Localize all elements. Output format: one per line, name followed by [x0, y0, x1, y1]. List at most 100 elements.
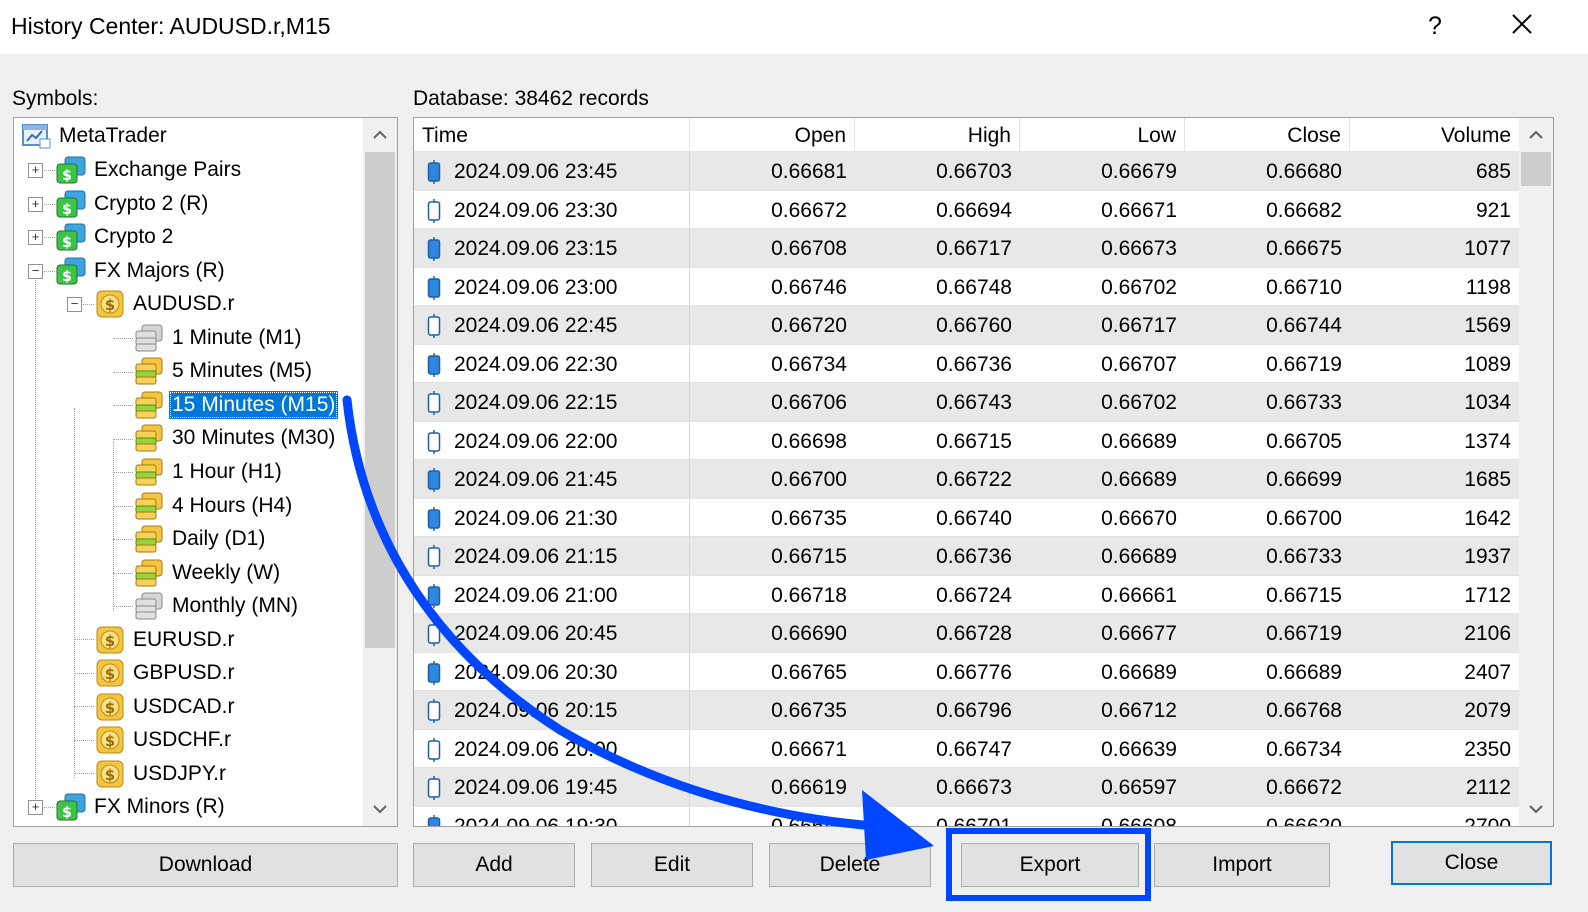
- window-close-button[interactable]: [1500, 8, 1544, 44]
- symbols-tree[interactable]: + + + − − + MetaTrader $ Exchange Pairs …: [13, 117, 398, 827]
- tree-symbol-usdchf[interactable]: $ USDCHF.r: [94, 725, 234, 755]
- scroll-thumb[interactable]: [365, 152, 395, 648]
- expand-button[interactable]: +: [28, 800, 43, 815]
- candle-icon: [427, 583, 441, 608]
- tree-timeframe-m15[interactable]: 15 Minutes (M15): [133, 390, 339, 420]
- tree-label: Monthly (MN): [172, 594, 299, 617]
- table-row[interactable]: 2024.09.06 20:15 0.66735 0.66796 0.66712 0.6…: [414, 691, 1519, 730]
- column-header-volume[interactable]: Volume: [1350, 118, 1519, 152]
- cell-volume: 2106: [1464, 622, 1511, 645]
- import-button[interactable]: Import: [1154, 843, 1330, 887]
- table-row[interactable]: 2024.09.06 21:30 0.66735 0.66740 0.66670 0.6…: [414, 498, 1519, 537]
- expand-button[interactable]: +: [28, 197, 43, 212]
- table-row[interactable]: 2024.09.06 23:45 0.66681 0.66703 0.66679 0.6…: [414, 152, 1519, 191]
- tree-scrollbar[interactable]: [363, 118, 397, 826]
- table-row[interactable]: 2024.09.06 23:30 0.66672 0.66694 0.66671 0.6…: [414, 190, 1519, 229]
- cell-low: 0.66661: [1101, 583, 1177, 607]
- scroll-down-button[interactable]: [363, 792, 397, 826]
- tree-group-fx-minors-r[interactable]: $ FX Minors (R): [55, 792, 228, 822]
- table-row[interactable]: 2024.09.06 21:15 0.66715 0.66736 0.66689 0.6…: [414, 537, 1519, 576]
- download-button[interactable]: Download: [13, 843, 398, 887]
- symbol-group-icon: $: [56, 793, 86, 821]
- tree-symbol-gbpusd[interactable]: $ GBPUSD.r: [94, 658, 238, 688]
- cell-high: 0.66694: [936, 198, 1012, 222]
- delete-button[interactable]: Delete: [769, 843, 931, 887]
- table-row[interactable]: 2024.09.06 23:15 0.66708 0.66717 0.66673 0.6…: [414, 229, 1519, 268]
- scroll-down-button[interactable]: [1519, 792, 1553, 826]
- cell-time-text: 2024.09.06 22:00: [454, 429, 618, 453]
- cell-time: 2024.09.06 23:45: [414, 152, 690, 190]
- tree-timeframe-h1[interactable]: 1 Hour (H1): [133, 457, 285, 487]
- table-row[interactable]: 2024.09.06 22:15 0.66706 0.66743 0.66702 0.6…: [414, 383, 1519, 422]
- close-button[interactable]: Close: [1391, 841, 1552, 885]
- cell-time-text: 2024.09.06 20:45: [454, 622, 618, 645]
- table-row[interactable]: 2024.09.06 19:45 0.66619 0.66673 0.66597 0.6…: [414, 768, 1519, 807]
- candle-icon: [427, 314, 441, 338]
- table-row[interactable]: 2024.09.06 23:00 0.66746 0.66748 0.66702 0.6…: [414, 267, 1519, 306]
- expand-button[interactable]: +: [28, 163, 43, 178]
- cell-low: 0.66673: [1101, 237, 1177, 260]
- symbol-icon: $: [96, 626, 124, 654]
- edit-button[interactable]: Edit: [591, 843, 753, 887]
- expand-button[interactable]: +: [28, 230, 43, 245]
- cell-close: 0.66705: [1266, 429, 1342, 453]
- help-button[interactable]: ?: [1420, 8, 1450, 44]
- cell-volume: 1937: [1464, 545, 1511, 568]
- tree-symbol-usdjpy[interactable]: $ USDJPY.r: [94, 759, 229, 789]
- candle-icon: [427, 699, 441, 723]
- tree-timeframe-w[interactable]: Weekly (W): [133, 558, 283, 588]
- tree-group-fx-majors-r[interactable]: $ FX Majors (R): [55, 256, 228, 286]
- column-header-time[interactable]: Time: [414, 118, 690, 152]
- tree-connector: [74, 408, 75, 778]
- tree-label: Crypto 2 (R): [94, 192, 209, 215]
- column-header-open[interactable]: Open: [690, 118, 855, 152]
- table-row[interactable]: 2024.09.06 20:00 0.66671 0.66747 0.66639 0.6…: [414, 729, 1519, 768]
- table-row[interactable]: 2024.09.06 22:45 0.66720 0.66760 0.66717 0.6…: [414, 306, 1519, 345]
- tree-symbol-eurusd[interactable]: $ EURUSD.r: [94, 625, 238, 655]
- column-header-low[interactable]: Low: [1020, 118, 1185, 152]
- cell-time-text: 2024.09.06 22:15: [454, 391, 618, 414]
- table-row[interactable]: 2024.09.06 22:00 0.66698 0.66715 0.66689 0.6…: [414, 421, 1519, 460]
- cell-time-text: 2024.09.06 22:30: [454, 352, 618, 376]
- cell-time-text: 2024.09.06 23:00: [454, 275, 618, 299]
- table-scrollbar[interactable]: [1519, 118, 1553, 826]
- cell-time: 2024.09.06 20:15: [414, 691, 690, 729]
- tree-group-crypto-2-r[interactable]: $ Crypto 2 (R): [55, 189, 211, 219]
- table-row[interactable]: 2024.09.06 19:30 0.66646 0.66701 0.66608 0.6…: [414, 806, 1519, 826]
- table-row[interactable]: 2024.09.06 20:30 0.66765 0.66776 0.66689 0.6…: [414, 652, 1519, 691]
- tree-timeframe-m30[interactable]: 30 Minutes (M30): [133, 423, 338, 453]
- table-row[interactable]: 2024.09.06 22:30 0.66734 0.66736 0.66707 0.6…: [414, 344, 1519, 383]
- collapse-button[interactable]: −: [28, 264, 43, 279]
- svg-text:$: $: [105, 699, 115, 717]
- candle-icon: [427, 506, 441, 531]
- tree-group-crypto-2[interactable]: $ Crypto 2: [55, 222, 176, 252]
- tree-timeframe-m5[interactable]: 5 Minutes (M5): [133, 356, 315, 386]
- tree-timeframe-m1[interactable]: 1 Minute (M1): [133, 323, 305, 353]
- column-header-close[interactable]: Close: [1185, 118, 1350, 152]
- chevron-down-icon: [1529, 805, 1543, 814]
- table-row[interactable]: 2024.09.06 20:45 0.66690 0.66728 0.66677 0.6…: [414, 614, 1519, 653]
- collapse-button[interactable]: −: [67, 297, 82, 312]
- scroll-up-button[interactable]: [363, 118, 397, 152]
- symbols-label: Symbols:: [12, 87, 99, 110]
- database-icon: [135, 424, 163, 452]
- scroll-up-button[interactable]: [1519, 118, 1553, 152]
- table-row[interactable]: 2024.09.06 21:45 0.66700 0.66722 0.66689 0.6…: [414, 460, 1519, 499]
- table-row[interactable]: 2024.09.06 21:00 0.66718 0.66724 0.66661 0.6…: [414, 575, 1519, 614]
- tree-group-exchange-pairs[interactable]: $ Exchange Pairs: [55, 155, 244, 185]
- tree-connector: [74, 706, 94, 707]
- add-button[interactable]: Add: [413, 843, 575, 887]
- cell-open: 0.66619: [771, 776, 847, 799]
- tree-symbol-audusd[interactable]: $ AUDUSD.r: [94, 289, 238, 319]
- scroll-thumb[interactable]: [1521, 152, 1551, 186]
- tree-timeframe-d1[interactable]: Daily (D1): [133, 524, 268, 554]
- tree-timeframe-mn[interactable]: Monthly (MN): [133, 591, 301, 621]
- tree-label: 15 Minutes (M15): [169, 391, 339, 419]
- cell-close: 0.66744: [1266, 314, 1342, 337]
- tree-connector: [113, 606, 133, 607]
- column-header-high[interactable]: High: [855, 118, 1020, 152]
- tree-timeframe-h4[interactable]: 4 Hours (H4): [133, 491, 295, 521]
- tree-root-metatrader[interactable]: MetaTrader: [20, 121, 170, 151]
- tree-symbol-usdcad[interactable]: $ USDCAD.r: [94, 692, 238, 722]
- history-table[interactable]: Time Open High Low Close Volume 2024.09.…: [413, 117, 1554, 827]
